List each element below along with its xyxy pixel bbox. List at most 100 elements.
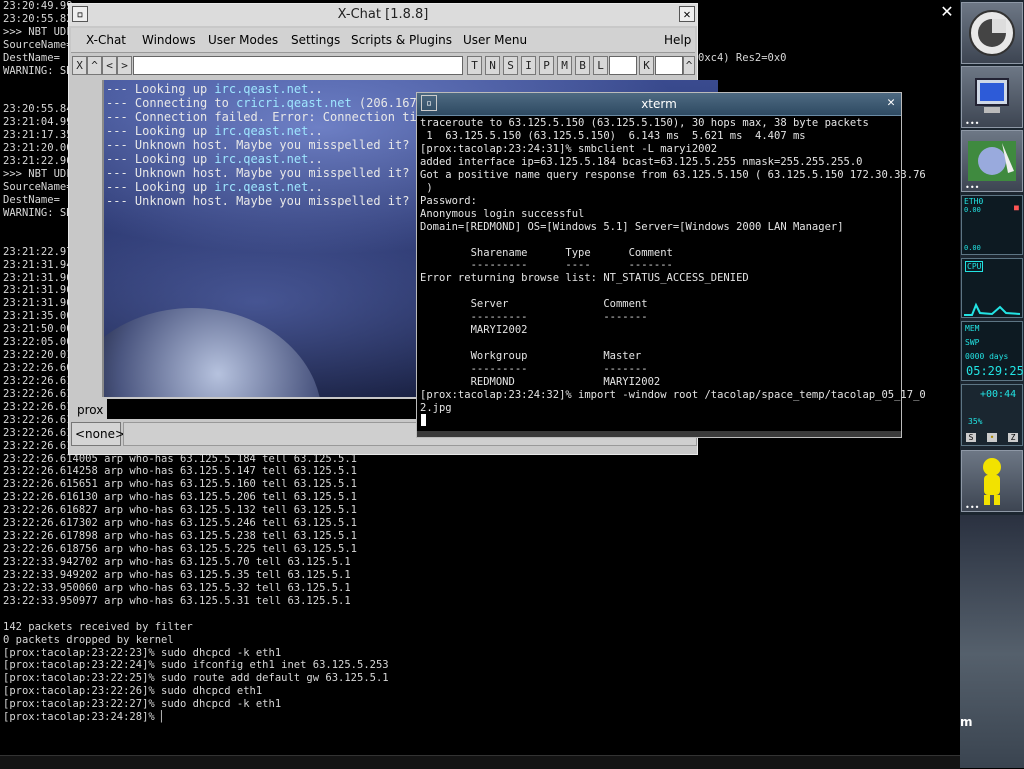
terminal-line: 23:21:31.94: [3, 258, 73, 271]
xterm-line: 2.jpg: [420, 401, 452, 414]
terminal-line: 23:21:35.00: [3, 310, 73, 323]
chat-message: --- Unknown host. Maybe you misspelled i…: [106, 194, 409, 208]
menu-settings[interactable]: Settings: [291, 33, 340, 47]
message-prefix: ---: [106, 138, 128, 152]
terminal-line: 23:22:26.617898 arp who-has 63.125.5.238…: [3, 530, 358, 543]
close-icon[interactable]: ✕: [938, 3, 956, 21]
xterm-window[interactable]: ▫ xterm ✕ traceroute to 63.125.5.150 (63…: [416, 92, 926, 438]
menu-help[interactable]: Help: [664, 33, 691, 47]
mode-b-button[interactable]: B: [575, 56, 590, 75]
mascot-app-tile[interactable]: •••: [961, 450, 1023, 512]
terminal-line: [prox:tacolap:23:22:24]% sudo ifconfig e…: [3, 659, 389, 672]
tile-dots-icon: •••: [965, 503, 980, 512]
mode-k-button[interactable]: K: [639, 56, 654, 75]
mode-t-button[interactable]: T: [467, 56, 482, 75]
message-tail: ..: [308, 124, 323, 138]
dock-app-icon: [969, 10, 1015, 56]
xterm-line: --------- ---- -------: [420, 259, 673, 272]
mode-p-button[interactable]: P: [539, 56, 554, 75]
xterm-line: [prox:tacolap:23:24:32]% import -window …: [420, 388, 926, 401]
window-maker-dock: m ••• ••• ETH0 ■ 0.00 0.00 CPU MEM SWP 0…: [960, 0, 1024, 768]
terminal-scrollbar[interactable]: [0, 755, 960, 769]
xchat-menubar: X-Chat Windows User Modes Settings Scrip…: [71, 28, 695, 53]
terminal-line: 23:22:33.942702 arp who-has 63.125.5.70 …: [3, 555, 351, 568]
terminal-line: SourceName=: [3, 181, 73, 194]
message-host: irc.qeast.net: [214, 180, 309, 194]
network-monitor: ETH0 ■ 0.00 0.00: [961, 195, 1023, 255]
message-text: Looking up: [134, 82, 215, 96]
limit-input[interactable]: [609, 56, 637, 75]
close-icon[interactable]: ✕: [883, 95, 899, 111]
xterm-line: Server Comment: [420, 298, 648, 311]
terminal-line: DestName=: [3, 51, 60, 64]
message-prefix: ---: [106, 180, 128, 194]
close-icon[interactable]: ✕: [679, 6, 695, 22]
terminal-line: 23:21:22.96: [3, 155, 73, 168]
message-prefix: ---: [106, 152, 128, 166]
menu-xchat[interactable]: X-Chat: [86, 33, 126, 47]
xterm-line: [prox:tacolap:23:24:31]% smbclient -L ma…: [420, 142, 718, 155]
xchat-toolbar: X ^ < > T N S I P M B L K ^: [71, 56, 695, 78]
memory-monitor: MEM SWP 0000 days 05:29:25: [961, 321, 1024, 381]
xterm-line: Error returning browse list: NT_STATUS_A…: [420, 272, 749, 285]
cpu-graph: [964, 302, 1021, 316]
chat-separator: [102, 80, 104, 397]
suspend-button[interactable]: S: [966, 433, 976, 442]
detach-button[interactable]: ^: [87, 56, 102, 75]
mode-n-button[interactable]: N: [485, 56, 500, 75]
dock-app-tile[interactable]: [961, 2, 1023, 64]
topic-input[interactable]: [133, 56, 463, 75]
menu-user-modes[interactable]: User Modes: [208, 33, 278, 47]
terminal-line: 23:22:05.00: [3, 336, 73, 349]
channel-status-button[interactable]: <none>: [71, 422, 125, 446]
terminal-line: 23:22:33.950060 arp who-has 63.125.5.32 …: [3, 581, 351, 594]
terminal-line: WARNING: SH: [3, 206, 73, 219]
prev-tab-button[interactable]: <: [102, 56, 117, 75]
xterm-scrollbar[interactable]: [417, 431, 901, 437]
message-host: irc.qeast.net: [214, 152, 309, 166]
chat-message: --- Looking up irc.qeast.net..: [106, 180, 323, 194]
xchat-titlebar[interactable]: ▫ X-Chat [1.8.8] ✕: [69, 4, 697, 26]
mode-m-button[interactable]: M: [557, 56, 572, 75]
xterm-line: MARYI2002: [420, 324, 528, 337]
desktop-text-fragment: m: [960, 715, 973, 729]
terminal-line: 23:20:55.82: [3, 12, 73, 25]
menu-scripts-plugins[interactable]: Scripts & Plugins: [351, 33, 452, 47]
menu-user-menu[interactable]: User Menu: [463, 33, 527, 47]
scroll-up-button[interactable]: ^: [683, 56, 695, 75]
mode-i-button[interactable]: I: [521, 56, 536, 75]
next-tab-button[interactable]: >: [117, 56, 132, 75]
close-tab-button[interactable]: X: [72, 56, 87, 75]
chat-message: --- Looking up irc.qeast.net..: [106, 82, 323, 96]
terminal-line: [prox:tacolap:23:22:25]% sudo route add …: [3, 672, 389, 685]
mode-s-button[interactable]: S: [503, 56, 518, 75]
key-input[interactable]: [655, 56, 683, 75]
xchat-title: X-Chat [1.8.8]: [337, 7, 429, 22]
hibernate-button[interactable]: Z: [1008, 433, 1018, 442]
message-text: Unknown host. Maybe you misspelled it?: [134, 138, 410, 152]
message-text: Unknown host. Maybe you misspelled it?: [134, 166, 410, 180]
terminal-line: 23:22:26.61: [3, 413, 73, 426]
battery-mid-button[interactable]: •: [987, 433, 997, 442]
xterm-line: added interface ip=63.125.5.184 bcast=63…: [420, 155, 863, 168]
message-tail: ..: [308, 82, 323, 96]
terminal-line: 23:22:26.61: [3, 400, 73, 413]
terminal-line: 23:20:49.99: [3, 0, 73, 12]
xchat-channel-strip: [71, 80, 101, 397]
mode-l-button[interactable]: L: [593, 56, 608, 75]
terminal-line: 23:22:26.618756 arp who-has 63.125.5.225…: [3, 543, 358, 556]
message-prefix: ---: [106, 82, 128, 96]
terminal-line: [prox:tacolap:23:22:27]% sudo dhcpcd -k …: [3, 698, 282, 711]
xterm-titlebar[interactable]: ▫ xterm ✕: [417, 93, 901, 116]
menu-windows[interactable]: Windows: [142, 33, 196, 47]
terminal-line: WARNING: SH: [3, 64, 73, 77]
uptime-clock: 05:29:25: [966, 364, 1024, 378]
swap-label: SWP: [965, 338, 980, 347]
chat-message: --- Looking up irc.qeast.net..: [106, 124, 323, 138]
terminal-line: [prox:tacolap:23:22:23]% sudo dhcpcd -k …: [3, 646, 282, 659]
monitor-app-tile[interactable]: •••: [961, 66, 1023, 128]
terminal-line: 23:21:31.96: [3, 284, 73, 297]
terminal-line: 23:22:26.616130 arp who-has 63.125.5.206…: [3, 491, 358, 504]
xterm-line: 1 63.125.5.150 (63.125.5.150) 6.143 ms 5…: [420, 129, 806, 142]
xchat-app-tile[interactable]: •••: [961, 130, 1023, 192]
